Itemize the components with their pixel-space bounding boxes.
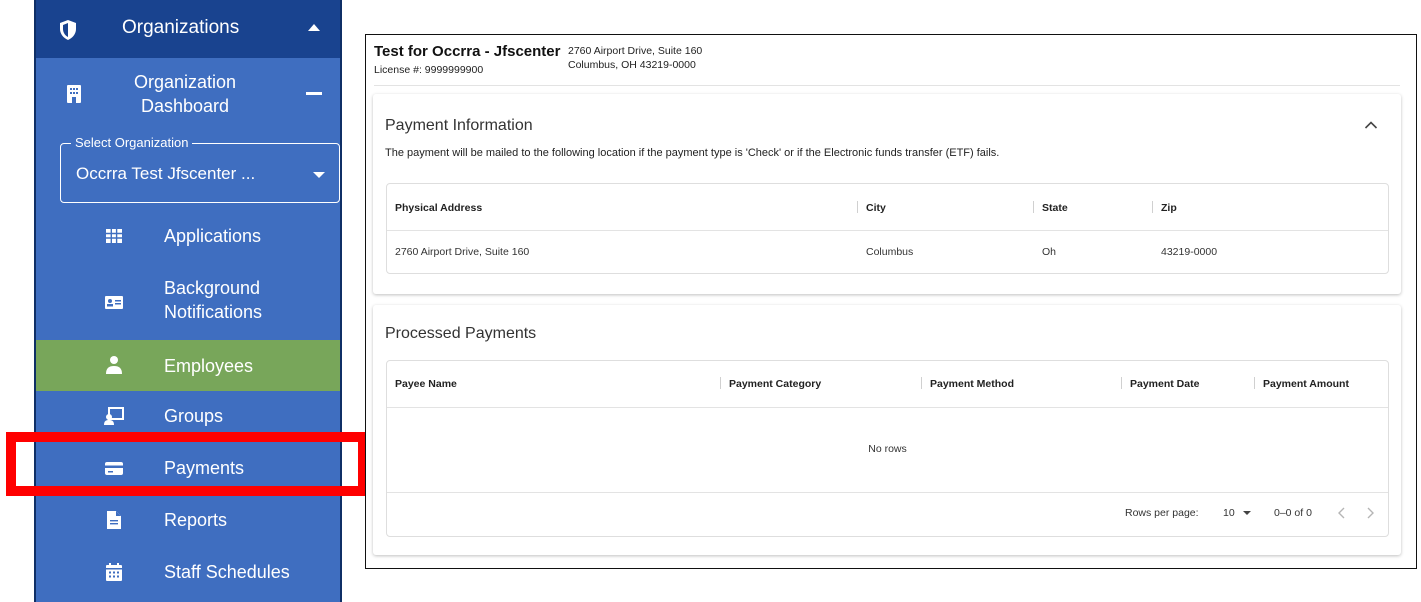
sidebar-item-applications[interactable]: Applications bbox=[36, 212, 340, 260]
collapse-caret-icon[interactable] bbox=[308, 24, 320, 31]
sidebar-item-reports[interactable]: Reports bbox=[36, 496, 340, 544]
column-header[interactable]: Payee Name bbox=[395, 378, 457, 390]
processed-payments-table: Payee Name Payment Category Payment Meth… bbox=[386, 360, 1389, 537]
sidebar-item-label: Groups bbox=[164, 406, 224, 426]
address-line-1: 2760 Airport Drive, Suite 160 bbox=[568, 45, 703, 57]
selected-organization-value: Occrra Test Jfscenter ... bbox=[76, 164, 256, 183]
column-separator bbox=[921, 377, 922, 389]
license-number: License #: 9999999900 bbox=[374, 64, 484, 76]
organization-dashboard-item[interactable]: Organization Dashboard bbox=[36, 58, 340, 128]
column-header[interactable]: Physical Address bbox=[395, 202, 482, 214]
processed-payments-title: Processed Payments bbox=[385, 325, 537, 342]
rows-per-page-value: 10 bbox=[1223, 507, 1235, 519]
payment-information-description: The payment will be mailed to the follow… bbox=[385, 147, 1000, 159]
id-card-icon bbox=[105, 296, 123, 309]
column-separator bbox=[1121, 377, 1122, 389]
column-header[interactable]: City bbox=[866, 202, 886, 214]
chevron-up-icon[interactable] bbox=[1364, 118, 1378, 132]
sidebar: Organizations Organization Dashboard Sel… bbox=[34, 0, 342, 602]
shield-icon bbox=[60, 20, 76, 40]
payment-address-table: Physical Address City State Zip 2760 Air… bbox=[386, 183, 1389, 274]
pagination-range: 0–0 of 0 bbox=[1274, 507, 1312, 519]
sidebar-item-label: Reports bbox=[164, 510, 228, 530]
column-header[interactable]: Payment Amount bbox=[1263, 378, 1349, 390]
sidebar-item-label: Background Notifications bbox=[164, 278, 263, 322]
column-header[interactable]: Payment Date bbox=[1130, 378, 1199, 390]
sidebar-item-label: Staff Schedules bbox=[164, 562, 290, 582]
next-page-icon[interactable] bbox=[1365, 507, 1375, 519]
presentation-icon bbox=[104, 407, 124, 425]
column-separator bbox=[1254, 377, 1255, 389]
organization-title: Test for Occrra - Jfscenter bbox=[374, 43, 561, 60]
empty-state-text: No rows bbox=[868, 443, 907, 455]
column-separator bbox=[857, 201, 858, 213]
document-icon bbox=[107, 511, 121, 529]
sidebar-item-label: Applications bbox=[164, 226, 262, 246]
calendar-icon bbox=[106, 563, 122, 581]
sidebar-item-label: Employees bbox=[164, 356, 254, 376]
column-header[interactable]: State bbox=[1042, 202, 1068, 214]
sidebar-item-staff-schedules[interactable]: Staff Schedules bbox=[36, 548, 340, 596]
divider bbox=[387, 492, 1388, 493]
table-row: 2760 Airport Drive, Suite 160 Columbus O… bbox=[387, 231, 1388, 274]
table-cell: Columbus bbox=[866, 246, 914, 258]
table-header-row: Payee Name Payment Category Payment Meth… bbox=[387, 361, 1388, 407]
column-separator bbox=[1033, 201, 1034, 213]
payment-information-card: Payment Information The payment will be … bbox=[373, 94, 1401, 294]
processed-payments-card: Processed Payments Payee Name Payment Ca… bbox=[373, 305, 1401, 555]
table-header-row: Physical Address City State Zip bbox=[387, 184, 1388, 230]
payments-highlight-box bbox=[6, 432, 368, 496]
address-line-2: Columbus, OH 43219-0000 bbox=[568, 59, 696, 71]
organizations-label: Organizations bbox=[122, 17, 240, 38]
dropdown-arrow-icon bbox=[1242, 511, 1251, 516]
organization-dashboard-label: Organization Dashboard bbox=[133, 72, 237, 116]
main-panel: Test for Occrra - Jfscenter License #: 9… bbox=[365, 34, 1417, 569]
select-organization-dropdown[interactable]: Select Organization Occrra Test Jfscente… bbox=[60, 135, 340, 203]
dropdown-arrow-icon bbox=[313, 172, 325, 178]
divider bbox=[374, 85, 1400, 86]
column-header[interactable]: Payment Category bbox=[729, 378, 821, 390]
collapse-minus-icon[interactable] bbox=[306, 92, 322, 95]
rows-per-page-select[interactable]: 10 bbox=[1223, 507, 1252, 519]
organizations-menu-header[interactable]: Organizations bbox=[36, 0, 340, 58]
rows-per-page-label: Rows per page: bbox=[1125, 507, 1199, 519]
column-header[interactable]: Payment Method bbox=[930, 378, 1014, 390]
organization-address: 2760 Airport Drive, Suite 160 Columbus, … bbox=[568, 44, 702, 72]
building-icon bbox=[67, 85, 81, 103]
sidebar-item-employees[interactable]: Employees bbox=[36, 340, 340, 391]
select-organization-legend: Select Organization bbox=[71, 135, 193, 150]
previous-page-icon[interactable] bbox=[1337, 507, 1347, 519]
column-separator bbox=[720, 377, 721, 389]
person-icon bbox=[106, 356, 122, 374]
table-cell: 2760 Airport Drive, Suite 160 bbox=[395, 246, 530, 258]
divider bbox=[387, 407, 1388, 408]
column-header[interactable]: Zip bbox=[1161, 202, 1177, 214]
sidebar-item-background-notifications[interactable]: Background Notifications bbox=[36, 270, 340, 332]
payment-information-title: Payment Information bbox=[385, 117, 533, 134]
table-cell: 43219-0000 bbox=[1161, 246, 1218, 258]
table-cell: Oh bbox=[1042, 246, 1057, 258]
column-separator bbox=[1152, 201, 1153, 213]
table-grid-icon bbox=[106, 229, 122, 243]
